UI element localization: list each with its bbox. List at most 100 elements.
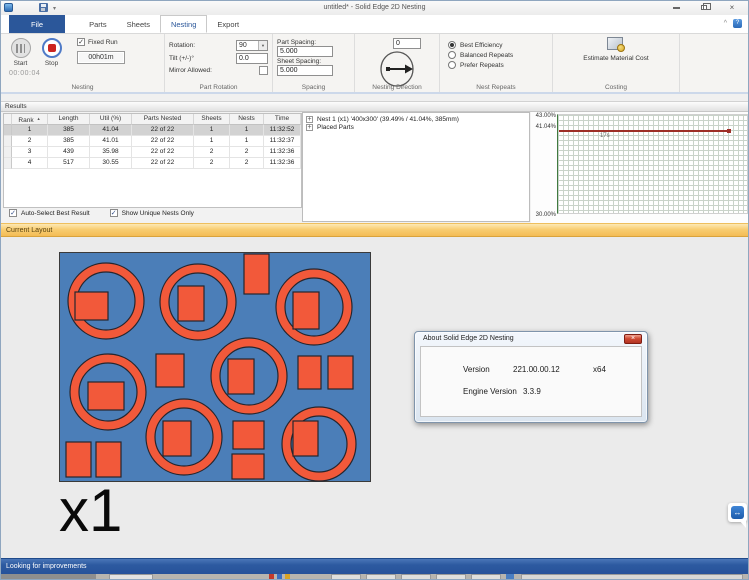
column-header[interactable]: Rank▲ xyxy=(12,114,48,125)
group-label-nesting: Nesting xyxy=(1,84,164,91)
table-cell: 11:32:36 xyxy=(264,158,301,169)
row-selector-cell[interactable] xyxy=(4,136,12,147)
part-rect[interactable] xyxy=(156,354,184,387)
tab-nesting[interactable]: Nesting xyxy=(160,15,207,33)
rotation-label: Rotation: xyxy=(169,42,195,49)
nest-sheet[interactable] xyxy=(59,252,371,482)
part-rect[interactable] xyxy=(328,356,353,389)
checkbox-auto-select-best-result[interactable]: ✓Auto-Select Best Result xyxy=(9,209,90,217)
utilization-line-annotation: 17s xyxy=(600,133,610,139)
checkbox-label: Auto-Select Best Result xyxy=(21,210,90,217)
tab-parts[interactable]: Parts xyxy=(79,15,117,33)
radio-icon xyxy=(448,61,456,69)
group-label-costing: Costing xyxy=(553,84,679,91)
results-header: Results xyxy=(1,101,748,112)
collapse-ribbon-icon[interactable]: ^ xyxy=(724,20,727,27)
mirror-allowed-checkbox[interactable] xyxy=(259,66,268,75)
minimize-button[interactable] xyxy=(670,2,682,13)
table-row[interactable]: 451730.5522 of 222211:32:36 xyxy=(4,158,301,169)
results-options: ✓Auto-Select Best Result ✓Show Unique Nes… xyxy=(9,209,194,217)
part-rect[interactable] xyxy=(293,292,319,329)
part-rect[interactable] xyxy=(178,286,204,321)
radio-label: Balanced Repeats xyxy=(460,52,513,59)
nesting-direction-input[interactable]: 0 xyxy=(393,38,421,49)
table-row[interactable]: 238541.0122 of 221111:32:37 xyxy=(4,136,301,147)
engine-version-value: 3.3.9 xyxy=(523,387,541,396)
chevron-down-icon[interactable]: ▼ xyxy=(258,41,267,50)
layout-canvas[interactable]: x1 About Solid Edge 2D Nesting × Version… xyxy=(1,237,748,558)
sheet-spacing-label: Sheet Spacing: xyxy=(277,58,350,65)
tab-sheets[interactable]: Sheets xyxy=(117,15,160,33)
part-rect[interactable] xyxy=(163,421,191,456)
column-header[interactable]: Time xyxy=(264,114,301,125)
checkbox-show-unique-nests-only[interactable]: ✓Show Unique Nests Only xyxy=(110,209,194,217)
chart-plot: 17s xyxy=(557,114,748,214)
about-dialog-close-button[interactable]: × xyxy=(624,334,642,344)
table-cell: 385 xyxy=(48,125,90,136)
radio-option-balanced-repeats[interactable]: Balanced Repeats xyxy=(448,51,548,59)
expand-icon[interactable]: + xyxy=(306,124,313,131)
column-header[interactable]: Util (%) xyxy=(90,114,132,125)
tilt-input[interactable]: 0.0 xyxy=(236,53,268,64)
fixed-run-checkbox[interactable]: ✓ Fixed Run xyxy=(77,38,125,46)
start-button[interactable] xyxy=(11,38,31,58)
engine-version-label: Engine Version xyxy=(463,387,517,396)
estimate-material-cost-button[interactable]: Estimate Material Cost xyxy=(557,37,675,62)
table-cell: 1 xyxy=(194,125,230,136)
fixed-run-label: Fixed Run xyxy=(88,39,118,46)
part-rect[interactable] xyxy=(298,356,321,389)
remote-support-icon: ↔ xyxy=(731,506,744,519)
row-selector-cell[interactable] xyxy=(4,158,12,169)
part-rect[interactable] xyxy=(88,382,124,410)
row-selector-cell[interactable] xyxy=(4,125,12,136)
ribbon-group-nesting-direction: 0 Nesting Direction xyxy=(355,34,440,92)
sheet-spacing-input[interactable]: 5.000 xyxy=(277,65,333,76)
stop-button[interactable] xyxy=(42,38,62,58)
part-rect[interactable] xyxy=(228,359,254,394)
column-header[interactable]: Length xyxy=(48,114,90,125)
fixed-run-duration-input[interactable]: 00h01m xyxy=(77,51,125,64)
column-header[interactable]: Parts Nested xyxy=(132,114,194,125)
results-table: Rank▲LengthUtil (%)Parts NestedSheetsNes… xyxy=(3,113,302,208)
part-spacing-label: Part Spacing: xyxy=(277,39,350,46)
part-rect[interactable] xyxy=(232,454,264,479)
tree-item[interactable]: +Placed Parts xyxy=(306,124,529,131)
part-rect[interactable] xyxy=(96,442,121,477)
radio-option-prefer-repeats[interactable]: Prefer Repeats xyxy=(448,61,548,69)
tree-item[interactable]: + Nest 1 (x1) '400x300' (39.49% / 41.04%,… xyxy=(306,116,529,123)
column-header[interactable]: Sheets xyxy=(194,114,230,125)
tab-file[interactable]: File xyxy=(9,15,65,33)
part-rect[interactable] xyxy=(244,254,269,294)
part-rect[interactable] xyxy=(233,421,264,449)
minimize-icon xyxy=(673,7,680,9)
table-row[interactable]: 343935.9822 of 222211:32:36 xyxy=(4,147,301,158)
part-rect[interactable] xyxy=(75,292,108,320)
table-row[interactable]: 138541.0422 of 221111:32:52 xyxy=(4,125,301,136)
checkbox-label: Show Unique Nests Only xyxy=(122,210,194,217)
tree-item-label: Nest 1 (x1) '400x300' (39.49% / 41.04%, … xyxy=(317,116,459,123)
column-header[interactable]: Nests xyxy=(230,114,264,125)
part-spacing-input[interactable]: 5.000 xyxy=(277,46,333,57)
row-selector-cell[interactable] xyxy=(4,147,12,158)
ribbon-group-spacing: Part Spacing: 5.000 Sheet Spacing: 5.000… xyxy=(273,34,355,92)
close-button[interactable]: × xyxy=(726,2,738,13)
expand-icon[interactable]: + xyxy=(306,116,313,123)
rotation-combo[interactable]: 90 ▼ xyxy=(236,40,268,51)
nesting-direction-icon[interactable] xyxy=(377,50,417,88)
radio-label: Prefer Repeats xyxy=(460,62,504,69)
table-cell: 11:32:36 xyxy=(264,147,301,158)
help-icon[interactable]: ? xyxy=(733,19,742,28)
start-icon xyxy=(16,44,25,53)
radio-option-best-efficiency[interactable]: Best Efficiency xyxy=(448,41,548,49)
taskbar[interactable] xyxy=(1,574,748,580)
part-rect[interactable] xyxy=(293,421,318,456)
restore-button[interactable] xyxy=(698,2,710,13)
notification-bubble[interactable]: ↔ xyxy=(728,503,748,529)
ribbon-spacer xyxy=(680,34,748,92)
tab-export[interactable]: Export xyxy=(207,15,249,33)
utilization-chart: 43.00% 41.04% 30.00% 17s xyxy=(531,112,749,223)
part-rect[interactable] xyxy=(66,442,91,477)
fixed-run-checkbox-box: ✓ xyxy=(77,38,85,46)
chart-ytick-current: 41.04% xyxy=(531,124,556,130)
table-cell: 517 xyxy=(48,158,90,169)
